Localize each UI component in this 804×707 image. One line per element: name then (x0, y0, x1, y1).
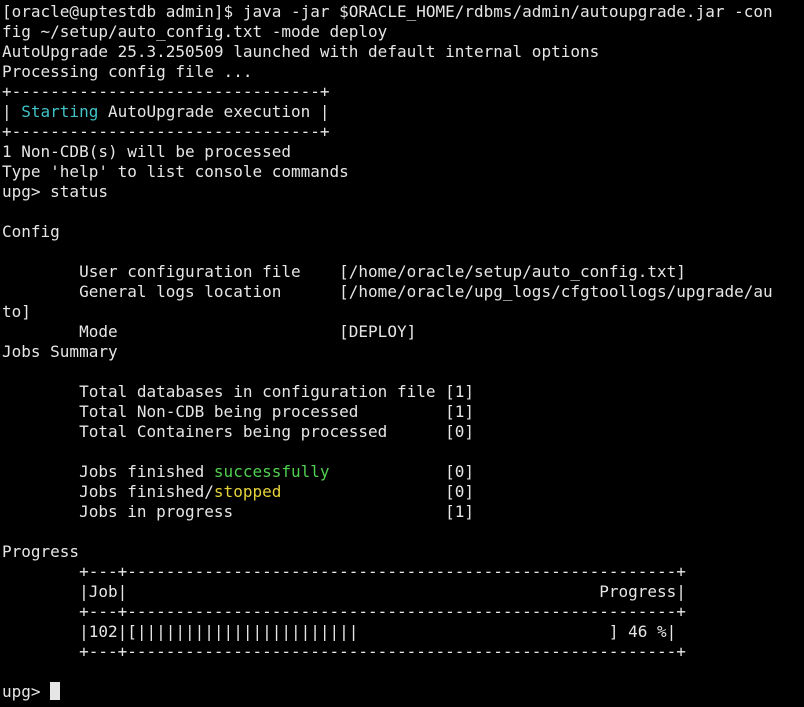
user-config-file-row: User configuration file [/home/oracle/se… (2, 262, 804, 282)
line-text: Jobs finished/ (2, 482, 214, 501)
line-text: [0] (281, 482, 475, 501)
progress-table-border-mid: +---+-----------------------------------… (2, 602, 804, 622)
line-text: Total databases in configuration file [1… (2, 382, 475, 401)
launch-message: AutoUpgrade 25.3.250509 launched with de… (2, 42, 804, 62)
line-text: AutoUpgrade execution | (98, 102, 330, 121)
line-text: [oracle@uptestdb admin]$ java -jar $ORAC… (2, 2, 773, 21)
jobs-summary-heading: Jobs Summary (2, 342, 804, 362)
line-text: Processing config file ... (2, 62, 253, 81)
mode-row: Mode [DEPLOY] (2, 322, 804, 342)
highlight-yellow: stopped (213, 482, 282, 501)
banner-text: | Starting AutoUpgrade execution | (2, 102, 804, 122)
line-text: [0] (329, 462, 475, 481)
line-text: Progress (2, 542, 80, 561)
banner-border-bottom: +--------------------------------+ (2, 122, 804, 142)
line-text: General logs location [/home/oracle/upg_… (2, 282, 773, 301)
line-text: Total Non-CDB being processed [1] (2, 402, 475, 421)
cursor[interactable] (50, 682, 61, 700)
line-text: +---+-----------------------------------… (2, 602, 686, 621)
line-text: Jobs Summary (2, 342, 118, 361)
line-text: +---+-----------------------------------… (2, 642, 686, 661)
jobs-in-progress-row: Jobs in progress [1] (2, 502, 804, 522)
command-line-2: fig ~/setup/auto_config.txt -mode deploy (2, 22, 804, 42)
highlight-cyan: Starting (21, 102, 99, 121)
line-text: |102|[||||||||||||||||||||||| ] 46 %| (2, 622, 677, 641)
line-text: +---+-----------------------------------… (2, 562, 686, 581)
prompt-line: upg> (2, 682, 804, 702)
line-text: AutoUpgrade 25.3.250509 launched with de… (2, 42, 600, 61)
progress-table-border-bottom: +---+-----------------------------------… (2, 642, 804, 662)
total-noncdb-row: Total Non-CDB being processed [1] (2, 402, 804, 422)
line-text: +--------------------------------+ (2, 82, 330, 101)
jobs-successful-row: Jobs finished successfully [0] (2, 462, 804, 482)
progress-table-border-top: +---+-----------------------------------… (2, 562, 804, 582)
status-command: upg> status (2, 182, 804, 202)
line-text: Jobs in progress [1] (2, 502, 475, 521)
command-line-1: [oracle@uptestdb admin]$ java -jar $ORAC… (2, 2, 804, 22)
line-text: Total Containers being processed [0] (2, 422, 475, 441)
line-text: 1 Non-CDB(s) will be processed (2, 142, 291, 161)
line-text: upg> (2, 682, 51, 701)
line-text: Jobs finished (2, 462, 214, 481)
help-hint: Type 'help' to list console commands (2, 162, 804, 182)
line-text: fig ~/setup/auto_config.txt -mode deploy (2, 22, 388, 41)
line-text: upg> status (2, 182, 108, 201)
line-text: Type 'help' to list console commands (2, 162, 349, 181)
progress-table-row-102: |102|[||||||||||||||||||||||| ] 46 %| (2, 622, 804, 642)
line-text: to] (2, 302, 31, 321)
terminal-window[interactable]: [oracle@uptestdb admin]$ java -jar $ORAC… (0, 0, 804, 707)
line-text: User configuration file [/home/oracle/se… (2, 262, 686, 281)
line-text: +--------------------------------+ (2, 122, 330, 141)
general-logs-row-wrap: to] (2, 302, 804, 322)
general-logs-row: General logs location [/home/oracle/upg_… (2, 282, 804, 302)
line-text: | (2, 102, 22, 121)
progress-table-header: |Job| Progress| (2, 582, 804, 602)
total-containers-row: Total Containers being processed [0] (2, 422, 804, 442)
banner-border-top: +--------------------------------+ (2, 82, 804, 102)
highlight-green: successfully (213, 462, 330, 481)
line-text: Mode [DEPLOY] (2, 322, 417, 341)
progress-heading: Progress (2, 542, 804, 562)
noncdb-count-message: 1 Non-CDB(s) will be processed (2, 142, 804, 162)
config-heading: Config (2, 222, 804, 242)
processing-message: Processing config file ... (2, 62, 804, 82)
jobs-stopped-row: Jobs finished/stopped [0] (2, 482, 804, 502)
line-text: Config (2, 222, 60, 241)
total-databases-row: Total databases in configuration file [1… (2, 382, 804, 402)
line-text: |Job| Progress| (2, 582, 686, 601)
